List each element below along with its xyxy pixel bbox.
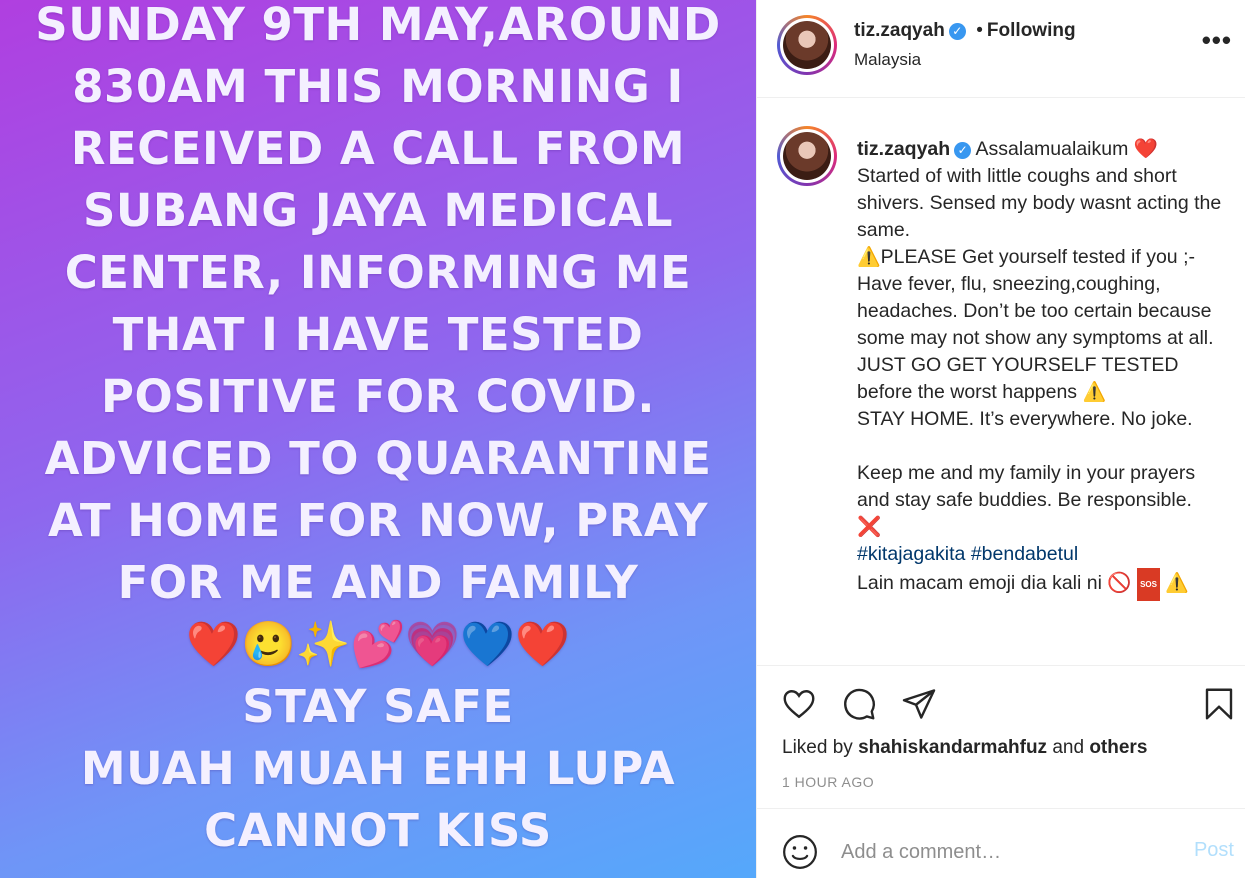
story-line: FOR ME AND FAMILY [117, 556, 639, 609]
more-options-icon[interactable]: ••• [1202, 27, 1232, 53]
story-line: SUBANG JAYA MEDICAL [82, 184, 674, 237]
username-link[interactable]: tiz.zaqyah [854, 20, 945, 41]
hashtag-link[interactable]: #kitajagakita [857, 543, 965, 565]
story-line: POSITIVE FOR COVID. [101, 370, 655, 423]
caption-greeting: Assalamualaikum [975, 138, 1129, 160]
story-line: STAY SAFE [242, 680, 514, 733]
cross-mark-emoji-icon: ❌ [857, 516, 882, 538]
liked-by-and: and [1052, 737, 1085, 758]
share-paper-plane-icon[interactable] [901, 686, 937, 722]
story-line: SUNDAY 9TH MAY,AROUND [35, 0, 721, 51]
story-line: CENTER, INFORMING ME [64, 246, 692, 299]
comment-box: Post [757, 808, 1245, 878]
liked-by-text: Liked by shahiskandarmahfuz and others [782, 737, 1147, 759]
post-sidebar: tiz.zaqyah ✓ • Following Malaysia ••• tiz.… [756, 0, 1245, 878]
header-user: tiz.zaqyah ✓ • Following [854, 20, 1076, 42]
story-line: CANNOT KISS [204, 804, 552, 857]
caption-line: Started of with little coughs and short … [857, 165, 1227, 241]
post-comment-button[interactable]: Post [1194, 839, 1234, 862]
hashtag-link[interactable]: #bendabetul [971, 543, 1078, 565]
caption-line: Lain macam emoji dia kali ni [857, 572, 1102, 594]
post-actions: Liked by shahiskandarmahfuz and others 1… [757, 665, 1245, 807]
separator-dot: • [976, 20, 983, 41]
warning-emoji-icon: ⚠️ [1082, 382, 1107, 403]
caption-line: STAY HOME. It’s everywhere. No joke. [857, 408, 1193, 430]
caption-line: PLEASE Get yourself tested if you ;- Hav… [857, 246, 1219, 403]
bookmark-save-icon[interactable] [1201, 686, 1237, 722]
story-line: MUAH MUAH EHH LUPA [80, 742, 676, 795]
emoji-smile-icon[interactable] [781, 833, 819, 871]
no-entry-emoji-icon: 🚫 [1107, 572, 1132, 594]
story-emoji-row: ❤️🥲✨💕💗💙❤️ [186, 619, 570, 670]
story-line: 830AM THIS MORNING I [72, 60, 684, 113]
sos-emoji-icon: SOS [1137, 568, 1160, 601]
warning-emoji-icon: ⚠️ [1165, 573, 1190, 594]
post-timestamp[interactable]: 1 HOUR AGO [782, 774, 874, 790]
following-button[interactable]: Following [987, 20, 1076, 41]
caption-text: tiz.zaqyah ✓ Assalamualaikum ❤️ Started o… [857, 136, 1227, 601]
story-line: RECEIVED A CALL FROM [70, 122, 686, 175]
warning-emoji-icon: ⚠️ [857, 247, 881, 268]
story-text: SUNDAY 9TH MAY,AROUND 830AM THIS MORNING… [0, 0, 756, 862]
caption-username-link[interactable]: tiz.zaqyah [857, 138, 950, 160]
caption-area: tiz.zaqyah ✓ Assalamualaikum ❤️ Started o… [757, 99, 1245, 665]
liked-by-prefix: Liked by [782, 737, 853, 758]
story-line: THAT I HAVE TESTED [112, 308, 644, 361]
comment-input[interactable] [841, 837, 1171, 867]
story-line: AT HOME FOR NOW, PRAY [48, 494, 708, 547]
avatar[interactable] [777, 15, 837, 75]
caption-avatar[interactable] [777, 126, 837, 186]
caption-line: Keep me and my family in your prayers an… [857, 462, 1201, 511]
liked-by-others-link[interactable]: others [1089, 737, 1147, 758]
like-heart-icon[interactable] [781, 686, 817, 722]
liked-by-user-link[interactable]: shahiskandarmahfuz [858, 737, 1047, 758]
heart-emoji-icon: ❤️ [1133, 138, 1159, 160]
story-line: ADVICED TO QUARANTINE [44, 432, 712, 485]
location-link[interactable]: Malaysia [854, 50, 921, 70]
post-media[interactable]: SUNDAY 9TH MAY,AROUND 830AM THIS MORNING… [0, 0, 756, 878]
verified-badge-icon: ✓ [948, 23, 966, 40]
post-header: tiz.zaqyah ✓ • Following Malaysia ••• [757, 0, 1245, 98]
verified-badge-icon: ✓ [954, 142, 972, 159]
comment-bubble-icon[interactable] [841, 686, 877, 722]
